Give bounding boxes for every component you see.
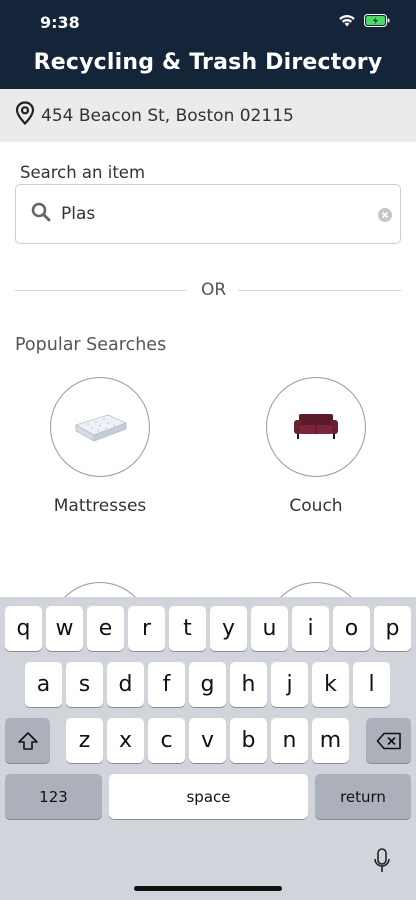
page-title: Recycling & Trash Directory	[33, 50, 383, 75]
key-b[interactable]: b	[230, 718, 267, 763]
status-icons	[338, 14, 390, 32]
address-text: 454 Beacon St, Boston 02115	[41, 105, 294, 126]
clear-search-icon[interactable]	[378, 208, 392, 222]
key-x[interactable]: x	[107, 718, 144, 763]
key-h[interactable]: h	[230, 662, 267, 707]
space-key[interactable]: space	[109, 774, 308, 819]
key-t[interactable]: t	[169, 606, 206, 651]
key-a[interactable]: a	[25, 662, 62, 707]
app-header: 9:38 Recycling & Trash Directory	[0, 0, 416, 89]
key-s[interactable]: s	[66, 662, 103, 707]
divider-line-left	[15, 290, 187, 291]
key-n[interactable]: n	[271, 718, 308, 763]
home-indicator[interactable]	[134, 886, 282, 891]
mattress-image	[50, 377, 150, 477]
search-input[interactable]	[61, 204, 351, 224]
key-o[interactable]: o	[333, 606, 370, 651]
key-r[interactable]: r	[128, 606, 165, 651]
key-m[interactable]: m	[312, 718, 349, 763]
key-e[interactable]: e	[87, 606, 124, 651]
popular-item-couch[interactable]: Couch	[226, 377, 406, 527]
status-time: 9:38	[40, 13, 80, 32]
on-screen-keyboard: q w e r t y u i o p a s d f g h j k l z …	[0, 597, 416, 900]
couch-icon	[294, 414, 338, 439]
key-i[interactable]: i	[292, 606, 329, 651]
popular-item-mattresses[interactable]: Mattresses	[10, 377, 190, 527]
divider-line-right	[238, 290, 401, 291]
wifi-icon	[338, 14, 356, 32]
key-d[interactable]: d	[107, 662, 144, 707]
key-l[interactable]: l	[353, 662, 390, 707]
microphone-button[interactable]	[372, 847, 392, 880]
popular-item-label: Mattresses	[53, 496, 147, 516]
popular-item-label: Couch	[289, 496, 343, 516]
key-w[interactable]: w	[46, 606, 83, 651]
location-pin-icon	[15, 101, 35, 130]
key-y[interactable]: y	[210, 606, 247, 651]
mattress-icon	[74, 414, 128, 442]
key-v[interactable]: v	[189, 718, 226, 763]
key-k[interactable]: k	[312, 662, 349, 707]
or-text: OR	[201, 280, 227, 300]
key-j[interactable]: j	[271, 662, 308, 707]
key-z[interactable]: z	[66, 718, 103, 763]
backspace-key[interactable]	[366, 718, 411, 763]
return-key[interactable]: return	[315, 774, 411, 819]
shift-icon	[17, 731, 38, 750]
numbers-key[interactable]: 123	[5, 774, 102, 819]
microphone-icon	[374, 848, 390, 872]
key-p[interactable]: p	[374, 606, 411, 651]
shift-key[interactable]	[5, 718, 50, 763]
search-field[interactable]	[15, 184, 401, 244]
key-c[interactable]: c	[148, 718, 185, 763]
key-f[interactable]: f	[148, 662, 185, 707]
search-icon	[31, 202, 51, 227]
location-bar[interactable]: 454 Beacon St, Boston 02115	[0, 89, 416, 142]
or-divider: OR	[15, 280, 401, 300]
key-u[interactable]: u	[251, 606, 288, 651]
key-q[interactable]: q	[5, 606, 42, 651]
search-label: Search an item	[20, 163, 146, 182]
battery-icon	[364, 14, 390, 32]
key-g[interactable]: g	[189, 662, 226, 707]
popular-searches-title: Popular Searches	[15, 335, 167, 355]
couch-image	[266, 377, 366, 477]
backspace-icon	[376, 732, 401, 749]
